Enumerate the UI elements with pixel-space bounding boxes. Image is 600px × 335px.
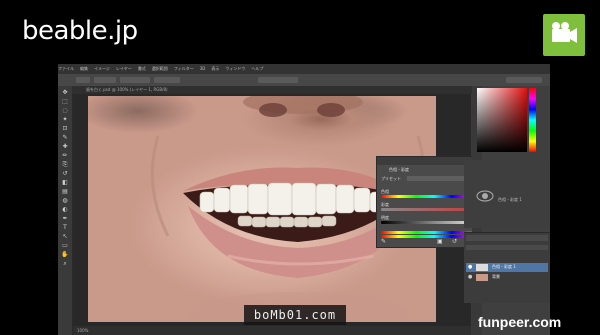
menu-item[interactable]: 書式 — [138, 66, 146, 71]
watermark-funpeer: funpeer.com — [478, 314, 562, 330]
type-tool-icon[interactable]: T — [61, 225, 69, 231]
menu-item[interactable]: ウィンドウ — [225, 66, 245, 71]
hand-tool-icon[interactable]: ✋ — [61, 252, 69, 258]
menu-bar: ファイル 編集 イメージ レイヤー 書式 選択範囲 フィルター 3D 表示 ウィンドウ ヘルプ — [58, 64, 550, 74]
path-select-tool-icon[interactable]: ↖ — [61, 234, 69, 240]
layer-row-background[interactable]: ● 背景 — [466, 273, 548, 282]
menu-item[interactable]: 編集 — [80, 66, 88, 71]
layer-thumbnail — [476, 274, 488, 281]
eyedropper-tool-icon[interactable]: ✎ — [61, 135, 69, 141]
shape-tool-icon[interactable]: ▭ — [61, 243, 69, 249]
options-field[interactable] — [120, 77, 150, 83]
menu-item[interactable]: 3D — [200, 66, 206, 71]
preset-label: プリセット — [381, 176, 401, 181]
eye-icon[interactable]: ● — [468, 274, 472, 280]
menu-item[interactable]: フィルター — [174, 66, 194, 71]
eye-icon[interactable]: ● — [468, 264, 472, 270]
status-bar: 100% — [73, 326, 471, 335]
move-tool-icon[interactable]: ✥ — [61, 90, 69, 96]
video-camera-icon — [543, 14, 585, 56]
menu-item[interactable]: レイヤー — [116, 66, 132, 71]
healing-brush-tool-icon[interactable]: ✚ — [61, 144, 69, 150]
layer-thumbnail — [476, 264, 488, 271]
menu-item[interactable]: 選択範囲 — [152, 66, 168, 71]
quick-select-tool-icon[interactable]: ✦ — [61, 117, 69, 123]
zoom-tool-icon[interactable]: ⌕ — [61, 261, 69, 267]
menu-item[interactable]: ファイル — [58, 66, 74, 71]
layers-panel: ● 色相・彩度 1 ● 背景 — [464, 232, 550, 303]
layer-name: 色相・彩度 1 — [492, 264, 516, 269]
options-field[interactable] — [94, 77, 116, 83]
blur-tool-icon[interactable]: ◍ — [61, 198, 69, 204]
options-field[interactable] — [154, 77, 180, 83]
layer-name: 背景 — [492, 274, 500, 279]
adjustment-layer-icon — [476, 190, 494, 202]
marquee-tool-icon[interactable]: ⬚ — [61, 99, 69, 105]
layers-toolbar — [466, 235, 548, 241]
lasso-tool-icon[interactable]: ◌ — [61, 108, 69, 114]
clone-stamp-tool-icon[interactable]: ⎘ — [61, 162, 69, 168]
reset-icon[interactable]: ↺ — [452, 239, 458, 245]
menu-item[interactable]: ヘルプ — [251, 66, 263, 71]
pen-tool-icon[interactable]: ✒ — [61, 216, 69, 222]
options-preset-button[interactable] — [76, 77, 90, 83]
site-logo: beable.jp — [22, 16, 138, 46]
eyedropper-icon[interactable]: ✎ — [381, 239, 387, 245]
eraser-tool-icon[interactable]: ◧ — [61, 180, 69, 186]
blend-mode-select[interactable] — [466, 245, 548, 250]
adjustments-panel: 色相・彩度 1 — [464, 160, 550, 228]
color-field[interactable] — [477, 86, 537, 156]
crop-tool-icon[interactable]: ⊡ — [61, 126, 69, 132]
watermark-bomb01: boMb01.com — [244, 305, 346, 325]
options-field[interactable] — [258, 77, 298, 83]
gradient-tool-icon[interactable]: ▤ — [61, 189, 69, 195]
history-brush-tool-icon[interactable]: ↺ — [61, 171, 69, 177]
tools-panel: ✥ ⬚ ◌ ✦ ⊡ ✎ ✚ ✏ ⎘ ↺ ◧ ▤ ◍ ◐ ✒ T ↖ ▭ ✋ ⌕ — [58, 86, 73, 335]
brush-tool-icon[interactable]: ✏ — [61, 153, 69, 159]
adjustment-name: 色相・彩度 1 — [498, 197, 522, 202]
hue-spectrum-slider[interactable] — [529, 88, 536, 152]
menu-item[interactable]: 表示 — [211, 66, 219, 71]
layer-row-adjustment[interactable]: ● 色相・彩度 1 — [466, 263, 548, 272]
dodge-tool-icon[interactable]: ◐ — [61, 207, 69, 213]
workspace-select[interactable] — [506, 77, 542, 83]
menu-item[interactable]: イメージ — [94, 66, 110, 71]
document-tab[interactable]: 歯を白く.psd @ 100% (レイヤー 1, RGB/8) — [72, 86, 472, 94]
clip-icon[interactable]: ▣ — [437, 239, 443, 245]
panel-title: 色相・彩度 — [389, 167, 409, 172]
